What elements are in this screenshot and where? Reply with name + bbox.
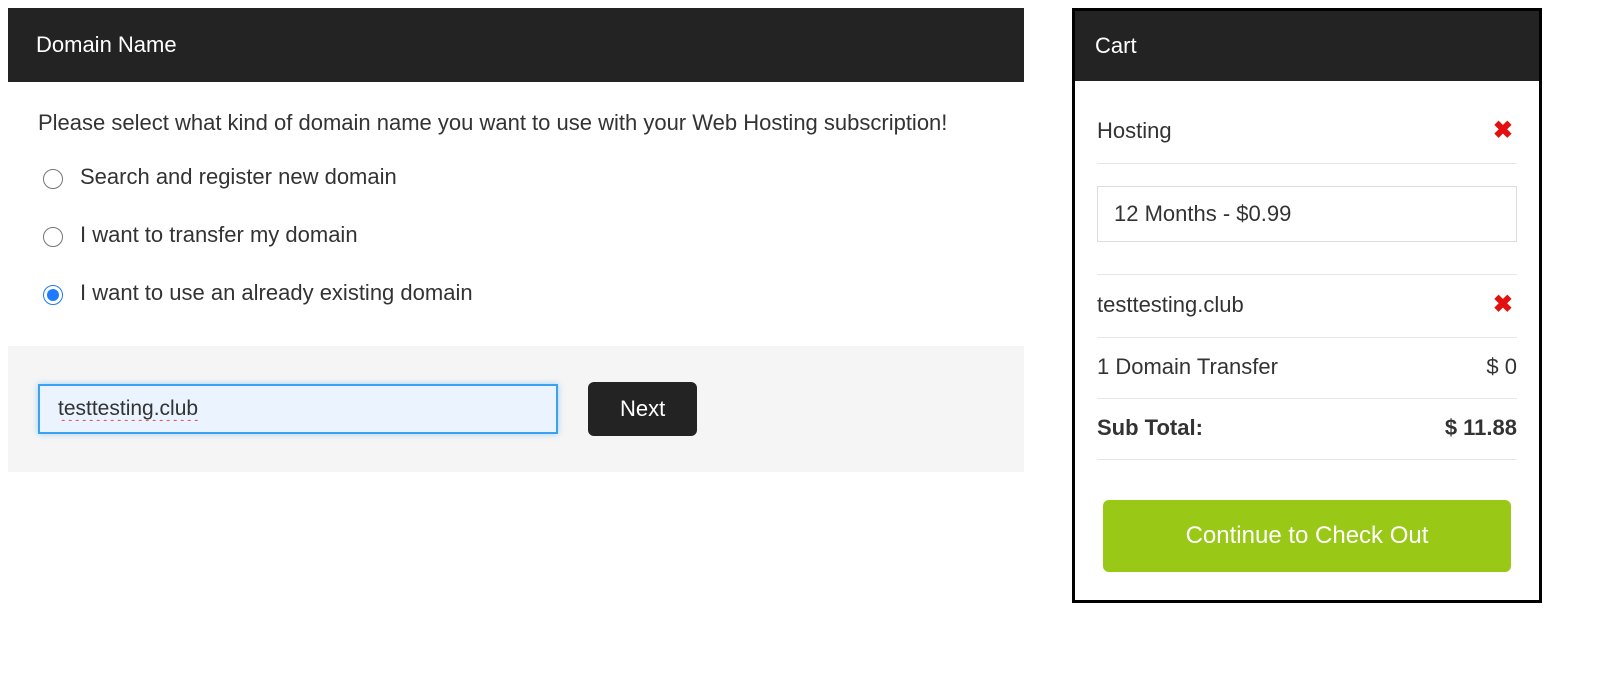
radio-label: I want to transfer my domain (80, 222, 358, 248)
checkout-button[interactable]: Continue to Check Out (1103, 500, 1511, 572)
remove-hosting-icon[interactable]: ✖ (1489, 117, 1517, 145)
period-select[interactable]: 12 Months - $0.99 (1097, 186, 1517, 242)
next-button[interactable]: Next (588, 382, 697, 436)
cart-item-price: $ 0 (1486, 354, 1517, 380)
domain-panel-title: Domain Name (8, 8, 1024, 82)
cart-item-label: testtesting.club (1097, 292, 1244, 318)
cart-title: Cart (1075, 11, 1539, 81)
cart-item-transfer: 1 Domain Transfer $ 0 (1097, 338, 1517, 399)
radio-option-transfer-domain[interactable]: I want to transfer my domain (38, 222, 994, 248)
cart-item-domain: testtesting.club ✖ (1097, 275, 1517, 338)
subtotal-label: Sub Total: (1097, 415, 1203, 441)
domain-panel: Domain Name Please select what kind of d… (8, 8, 1024, 603)
radio-transfer-domain[interactable] (43, 227, 63, 247)
radio-existing-domain[interactable] (43, 285, 63, 305)
remove-domain-icon[interactable]: ✖ (1489, 291, 1517, 319)
cart-period-row: 12 Months - $0.99 (1097, 164, 1517, 275)
radio-new-domain[interactable] (43, 169, 63, 189)
cart-item-hosting: Hosting ✖ (1097, 101, 1517, 164)
radio-option-existing-domain[interactable]: I want to use an already existing domain (38, 280, 994, 306)
domain-input[interactable] (38, 384, 558, 434)
cart-panel: Cart Hosting ✖ 12 Months - $0.99 testtes… (1072, 8, 1542, 603)
domain-prompt: Please select what kind of domain name y… (38, 110, 994, 136)
cart-item-label: 1 Domain Transfer (1097, 354, 1278, 380)
domain-form-strip: Next (8, 346, 1024, 472)
radio-option-new-domain[interactable]: Search and register new domain (38, 164, 994, 190)
subtotal-value: $ 11.88 (1445, 415, 1517, 441)
cart-subtotal-row: Sub Total: $ 11.88 (1097, 399, 1517, 460)
cart-item-label: Hosting (1097, 118, 1172, 144)
radio-label: Search and register new domain (80, 164, 397, 190)
radio-label: I want to use an already existing domain (80, 280, 473, 306)
